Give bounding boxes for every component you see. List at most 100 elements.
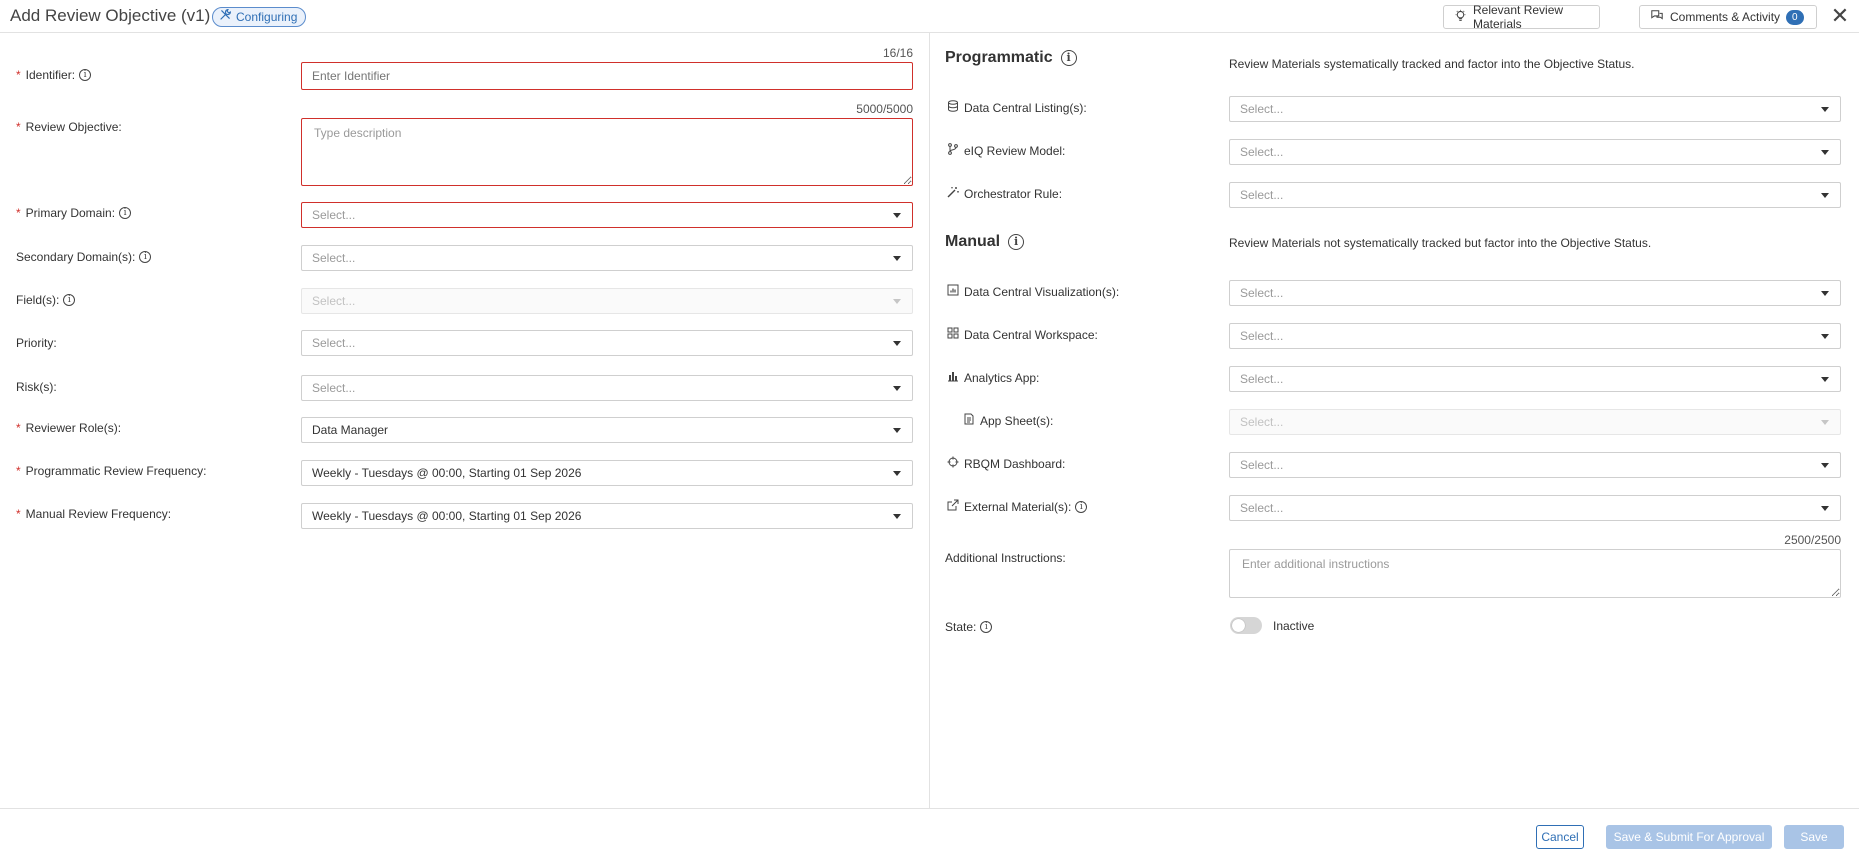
- manual-frequency-select[interactable]: Weekly - Tuesdays @ 00:00, Starting 01 S…: [301, 503, 913, 529]
- priority-select[interactable]: Select...: [301, 330, 913, 356]
- workspace-icon: [946, 327, 960, 342]
- programmatic-frequency-label-text: Programmatic Review Frequency:: [25, 464, 207, 478]
- info-icon: i: [980, 621, 993, 633]
- programmatic-frequency-select[interactable]: Weekly - Tuesdays @ 00:00, Starting 01 S…: [301, 460, 913, 486]
- info-icon: i: [1075, 500, 1088, 513]
- app-sheets-text: App Sheet(s):: [980, 413, 1054, 428]
- data-central-workspace-value: Select...: [1240, 329, 1284, 343]
- rbqm-dashboard-label: RBQM Dashboard:: [946, 456, 1065, 471]
- state-label: State: i: [945, 620, 993, 634]
- primary-domain-select[interactable]: Select...: [301, 202, 913, 228]
- priority-label-text: Priority:: [16, 336, 57, 350]
- required-marker: *: [16, 421, 21, 435]
- info-icon: i: [139, 251, 152, 263]
- chevron-down-icon: [1821, 107, 1829, 112]
- save-submit-approval-button[interactable]: Save & Submit For Approval: [1606, 825, 1772, 849]
- review-objective-textarea[interactable]: [301, 118, 913, 186]
- reviewer-roles-value: Data Manager: [312, 423, 389, 437]
- review-objective-label: * Review Objective:: [16, 120, 122, 134]
- secondary-domains-label-text: Secondary Domain(s):: [16, 250, 136, 264]
- app-sheets-select[interactable]: Select...: [1229, 409, 1841, 435]
- chevron-down-icon: [893, 386, 901, 391]
- chevron-down-icon: [893, 256, 901, 261]
- fields-select[interactable]: Select...: [301, 288, 913, 314]
- info-icon: i: [1008, 234, 1025, 250]
- data-central-listings-select[interactable]: Select...: [1229, 96, 1841, 122]
- orchestrator-rule-value: Select...: [1240, 188, 1284, 202]
- dialog-title: Add Review Objective (v1): [10, 6, 211, 25]
- data-central-visualizations-select[interactable]: Select...: [1229, 280, 1841, 306]
- analytics-app-value: Select...: [1240, 372, 1284, 386]
- external-materials-select[interactable]: Select...: [1229, 495, 1841, 521]
- review-objective-label-text: Review Objective:: [25, 120, 122, 134]
- info-icon: i: [79, 69, 92, 81]
- risks-select[interactable]: Select...: [301, 375, 913, 401]
- chevron-down-icon: [1821, 291, 1829, 296]
- relevant-materials-label: Relevant Review Materials: [1473, 3, 1564, 31]
- data-central-visualizations-value: Select...: [1240, 286, 1284, 300]
- eiq-review-model-label: eIQ Review Model:: [946, 143, 1065, 158]
- primary-domain-value: Select...: [312, 208, 356, 222]
- info-icon: i: [119, 207, 132, 219]
- state-toggle[interactable]: [1230, 617, 1262, 634]
- comments-activity-label: Comments & Activity: [1670, 10, 1781, 24]
- additional-instructions-counter: 2500/2500: [1784, 533, 1841, 547]
- eiq-review-model-value: Select...: [1240, 145, 1284, 159]
- identifier-counter: 16/16: [882, 46, 913, 60]
- fields-value: Select...: [312, 294, 356, 308]
- rbqm-dashboard-select[interactable]: Select...: [1229, 452, 1841, 478]
- primary-domain-label-text: Primary Domain:: [25, 206, 116, 220]
- programmatic-description: Review Materials systematically tracked …: [1229, 57, 1635, 71]
- identifier-label-text: Identifier:: [25, 68, 76, 82]
- identifier-label: * Identifier: i: [16, 68, 92, 82]
- risks-value: Select...: [312, 381, 356, 395]
- manual-description: Review Materials not systematically trac…: [1229, 236, 1652, 250]
- close-icon[interactable]: ✕: [1830, 5, 1850, 27]
- required-marker: *: [16, 507, 21, 521]
- secondary-domains-select[interactable]: Select...: [301, 245, 913, 271]
- additional-instructions-label-text: Additional Instructions:: [945, 551, 1066, 565]
- relevant-materials-button[interactable]: Relevant Review Materials: [1443, 3, 1600, 31]
- data-central-workspace-select[interactable]: Select...: [1229, 323, 1841, 349]
- state-value: Inactive: [1273, 619, 1315, 633]
- eiq-review-model-select[interactable]: Select...: [1229, 139, 1841, 165]
- chevron-down-icon: [893, 428, 901, 433]
- analytics-app-text: Analytics App:: [964, 370, 1040, 385]
- required-marker: *: [16, 120, 21, 134]
- required-marker: *: [16, 68, 21, 82]
- identifier-input[interactable]: [301, 62, 913, 90]
- chevron-down-icon: [1821, 193, 1829, 198]
- sheet-icon: [962, 413, 976, 428]
- external-materials-text: External Material(s):: [964, 499, 1072, 514]
- tools-icon: [219, 8, 232, 26]
- manual-frequency-label: * Manual Review Frequency:: [16, 507, 171, 521]
- analytics-app-select[interactable]: Select...: [1229, 366, 1841, 392]
- orchestrator-rule-select[interactable]: Select...: [1229, 182, 1841, 208]
- external-link-icon: [946, 499, 960, 514]
- comments-activity-button[interactable]: Comments & Activity 0: [1639, 5, 1817, 29]
- required-marker: *: [16, 464, 21, 478]
- primary-domain-label: * Primary Domain: i: [16, 206, 132, 220]
- manual-frequency-value: Weekly - Tuesdays @ 00:00, Starting 01 S…: [312, 509, 582, 523]
- required-marker: *: [16, 206, 21, 220]
- manual-title-text: Manual: [945, 233, 1001, 250]
- save-button[interactable]: Save: [1784, 825, 1844, 849]
- rbqm-dashboard-text: RBQM Dashboard:: [964, 456, 1066, 471]
- cancel-button[interactable]: Cancel: [1536, 825, 1584, 849]
- info-icon: i: [63, 294, 76, 306]
- priority-label: Priority:: [16, 336, 57, 350]
- chevron-down-icon: [893, 299, 901, 304]
- chevron-down-icon: [1821, 150, 1829, 155]
- additional-instructions-textarea[interactable]: [1229, 549, 1841, 598]
- bar-chart-icon: [946, 370, 960, 385]
- data-central-visualizations-text: Data Central Visualization(s):: [964, 284, 1120, 299]
- external-materials-value: Select...: [1240, 501, 1284, 515]
- priority-value: Select...: [312, 336, 356, 350]
- status-text: Configuring: [236, 10, 298, 24]
- chevron-down-icon: [1821, 463, 1829, 468]
- database-icon: [946, 100, 960, 115]
- programmatic-frequency-value: Weekly - Tuesdays @ 00:00, Starting 01 S…: [312, 466, 582, 480]
- reviewer-roles-select[interactable]: Data Manager: [301, 417, 913, 443]
- chevron-down-icon: [1821, 420, 1829, 425]
- chevron-down-icon: [1821, 334, 1829, 339]
